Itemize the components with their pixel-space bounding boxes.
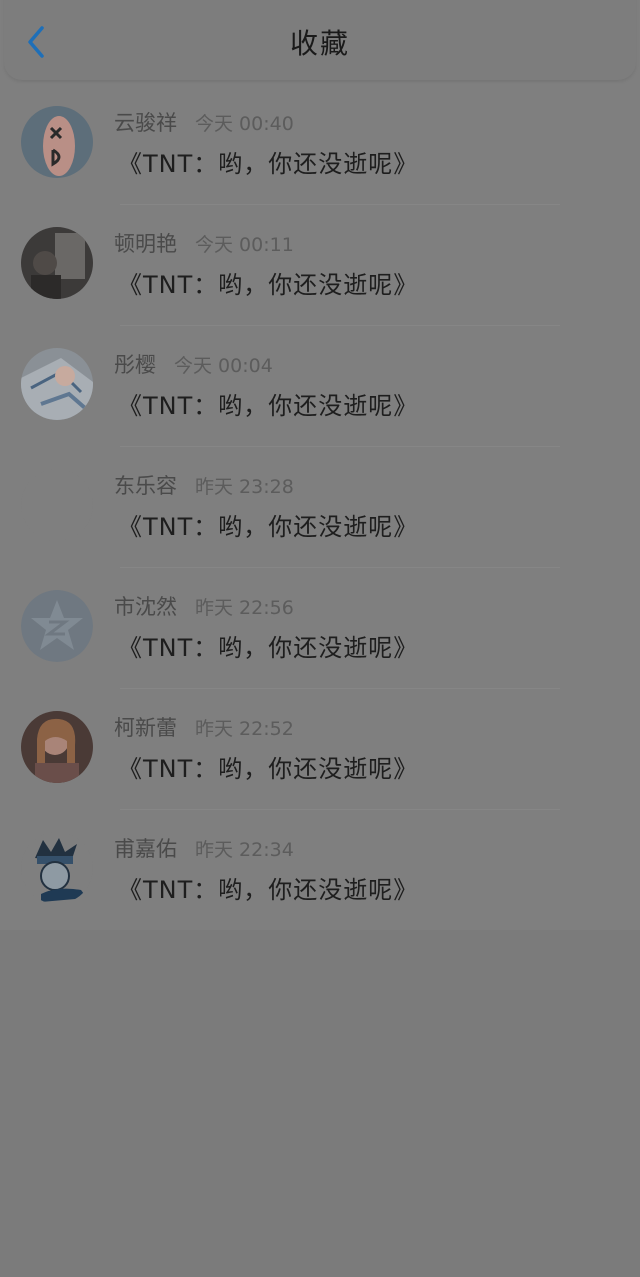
list-item[interactable]: 云骏祥 今天 00:40 《TNT：哟，你还没逝呢》 [0,84,640,205]
sender-name: 彤樱 [114,353,156,377]
avatar-anime-girl [21,348,93,420]
header-bar: 收藏 [4,0,636,80]
list-item[interactable]: 市沈然 昨天 22:56 《TNT：哟，你还没逝呢》 [0,568,640,689]
sender-name: 甫嘉佑 [114,837,177,861]
empty-area [0,930,640,1277]
timestamp: 昨天 22:34 [195,838,294,861]
message-text: 《TNT：哟，你还没逝呢》 [118,634,419,662]
avatar-ninja [21,832,93,904]
list-item[interactable]: 彤樱 今天 00:04 《TNT：哟，你还没逝呢》 [0,326,640,447]
timestamp: 昨天 22:56 [195,596,294,619]
message-text: 《TNT：哟，你还没逝呢》 [118,392,419,420]
message-text: 《TNT：哟，你还没逝呢》 [118,876,419,904]
message-text: 《TNT：哟，你还没逝呢》 [118,513,419,541]
avatar[interactable] [21,832,93,904]
message-text: 《TNT：哟，你还没逝呢》 [118,150,419,178]
avatar[interactable] [21,348,93,420]
favorites-list: 云骏祥 今天 00:40 《TNT：哟，你还没逝呢》 顿明艳 今天 00:11 … [0,84,640,931]
avatar-girl-photo [21,711,93,783]
timestamp: 今天 00:04 [174,354,273,377]
message-text: 《TNT：哟，你还没逝呢》 [118,271,419,299]
timestamp: 昨天 22:52 [195,717,294,740]
avatar[interactable] [21,469,93,541]
avatar[interactable] [21,711,93,783]
timestamp: 今天 00:11 [195,233,294,256]
sender-name: 柯新蕾 [114,716,177,740]
list-item[interactable]: 顿明艳 今天 00:11 《TNT：哟，你还没逝呢》 [0,205,640,326]
list-item[interactable]: 甫嘉佑 昨天 22:34 《TNT：哟，你还没逝呢》 [0,810,640,931]
list-item[interactable]: 柯新蕾 昨天 22:52 《TNT：哟，你还没逝呢》 [0,689,640,810]
avatar[interactable] [21,227,93,299]
sender-name: 顿明艳 [114,232,177,256]
message-text: 《TNT：哟，你还没逝呢》 [118,755,419,783]
avatar-xd [21,106,93,178]
sender-name: 市沈然 [114,595,177,619]
timestamp: 昨天 23:28 [195,475,294,498]
avatar-qq-star [21,590,93,662]
avatar[interactable] [21,590,93,662]
page-title: 收藏 [289,27,350,60]
timestamp: 今天 00:40 [195,112,294,135]
avatar-empty [21,469,93,541]
avatar[interactable] [21,106,93,178]
list-item[interactable]: 东乐容 昨天 23:28 《TNT：哟，你还没逝呢》 [0,447,640,568]
sender-name: 东乐容 [114,474,177,498]
sender-name: 云骏祥 [114,111,177,135]
avatar-dark-room [21,227,93,299]
